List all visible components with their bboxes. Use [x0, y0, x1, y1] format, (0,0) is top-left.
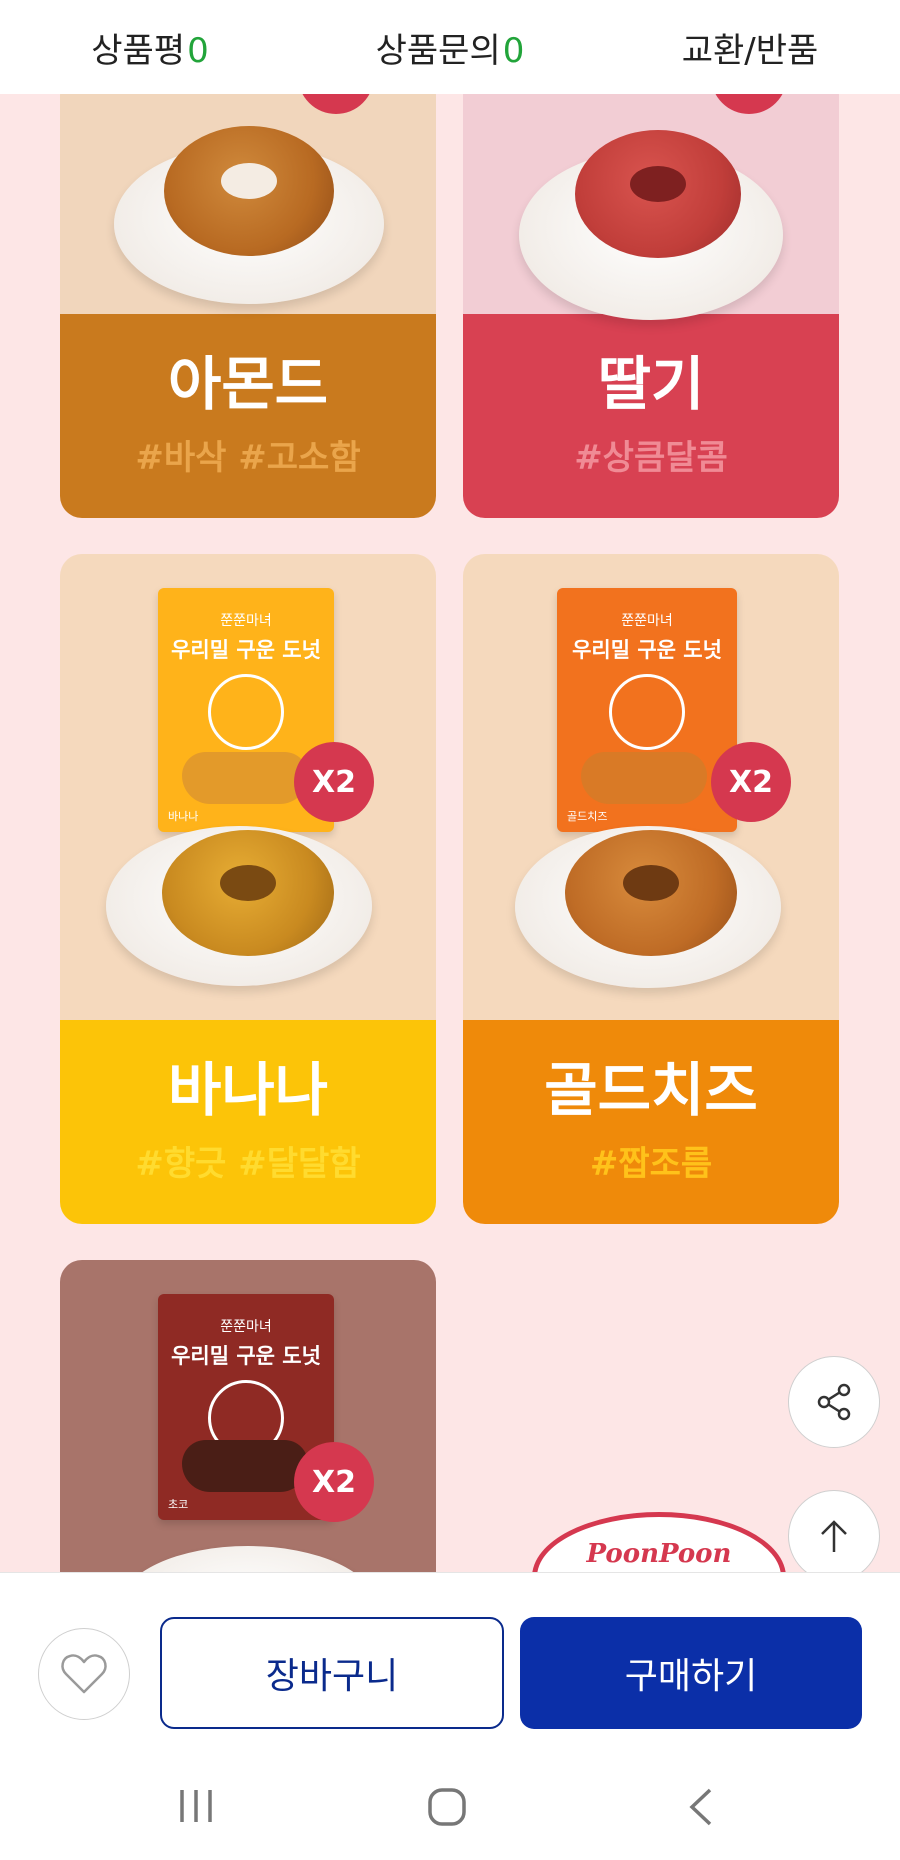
- almond-label: 아몬드 #바삭 #고소함: [60, 314, 436, 518]
- goldcheese-photo: 쭌쭌마녀 우리밀 구운 도넛 골드치즈 X2: [463, 554, 839, 1020]
- badge-partial: [711, 94, 787, 114]
- share-icon: [817, 1383, 851, 1421]
- add-to-cart-button[interactable]: 장바구니: [160, 1617, 504, 1729]
- flavor-tags: #바삭 #고소함: [135, 438, 361, 479]
- banana-donut-image: [162, 830, 334, 956]
- tab-reviews-label: 상품평: [91, 30, 186, 71]
- donut-illustration: [581, 752, 707, 804]
- brand-logo-text: PoonPoon: [586, 1539, 732, 1569]
- buy-now-button[interactable]: 구매하기: [520, 1617, 862, 1729]
- strawberry-photo: [463, 94, 839, 320]
- package-brand: 쭌쭌마녀: [220, 1319, 272, 1335]
- goldcheese-label: 골드치즈 #짭조름: [463, 1020, 839, 1224]
- brand-logo-image: PoonPoon: [532, 1512, 786, 1572]
- quantity-badge: X2: [294, 1442, 374, 1522]
- package-flavor: 초코: [168, 1498, 189, 1511]
- tab-exchange-return[interactable]: 교환/반품: [600, 23, 900, 72]
- tab-inquiries-count: 0: [502, 30, 525, 71]
- flavor-name: 딸기: [597, 349, 705, 418]
- donut-illustration: [182, 752, 308, 804]
- flavor-tags: #짭조름: [589, 1144, 713, 1185]
- package-title: 우리밀 구운 도넛: [572, 638, 722, 662]
- wishlist-button[interactable]: [38, 1628, 130, 1720]
- donut-illustration: [182, 1440, 308, 1492]
- chocolate-photo: 쭌쭌마녀 우리밀 구운 도넛 초코 X2: [60, 1260, 436, 1572]
- flavor-card-almond: 아몬드 #바삭 #고소함: [60, 94, 436, 518]
- purchase-bar: 장바구니 구매하기: [0, 1572, 900, 1755]
- home-icon[interactable]: [426, 1786, 468, 1828]
- product-tabs: 상품평0 상품문의0 교환/반품: [0, 0, 900, 94]
- package-brand: 쭌쭌마녀: [621, 613, 673, 629]
- flavor-tags: #상큼달콤: [574, 438, 728, 479]
- witch-illustration: [208, 674, 284, 750]
- tab-exchange-return-label: 교환/반품: [681, 30, 819, 71]
- tab-inquiries[interactable]: 상품문의0: [300, 23, 600, 72]
- heart-icon: [61, 1654, 107, 1694]
- quantity-badge: X2: [711, 742, 791, 822]
- tab-reviews[interactable]: 상품평0: [0, 23, 300, 72]
- flavor-card-goldcheese: 쭌쭌마녀 우리밀 구운 도넛 골드치즈 X2 골드치즈 #짭조름: [463, 554, 839, 1224]
- flavor-card-banana: 쭌쭌마녀 우리밀 구운 도넛 바나나 X2 바나나 #향긋 #달달함: [60, 554, 436, 1224]
- tab-reviews-count: 0: [187, 30, 209, 71]
- package-brand: 쭌쭌마녀: [220, 613, 272, 629]
- flavor-name: 바나나: [167, 1055, 329, 1124]
- flavor-tags: #향긋 #달달함: [135, 1144, 361, 1185]
- witch-illustration: [609, 674, 685, 750]
- flavor-card-chocolate: 쭌쭌마녀 우리밀 구운 도넛 초코 X2: [60, 1260, 436, 1572]
- almond-photo: [60, 94, 436, 314]
- package-title: 우리밀 구운 도넛: [171, 1344, 321, 1368]
- scroll-to-top-button[interactable]: [788, 1490, 880, 1572]
- goldcheese-donut-image: [565, 830, 737, 956]
- plate-image: [120, 1546, 376, 1572]
- recent-apps-icon[interactable]: [176, 1786, 216, 1826]
- arrow-up-icon: [821, 1520, 847, 1552]
- strawberry-label: 딸기 #상큼달콤: [463, 314, 839, 518]
- package-flavor: 골드치즈: [567, 810, 608, 823]
- strawberry-donut-image: [575, 130, 741, 258]
- goldcheese-package-image: 쭌쭌마녀 우리밀 구운 도넛 골드치즈: [557, 588, 737, 832]
- flavor-card-strawberry: 딸기 #상큼달콤: [463, 94, 839, 518]
- tab-inquiries-label: 상품문의: [375, 30, 501, 71]
- product-detail-content[interactable]: 아몬드 #바삭 #고소함 딸기 #상큼달콤 쭌쭌마녀 우리밀 구운 도넛 바나나: [0, 94, 900, 1572]
- package-title: 우리밀 구운 도넛: [171, 638, 321, 662]
- flavor-name: 아몬드: [167, 349, 329, 418]
- flavor-name: 골드치즈: [544, 1055, 758, 1124]
- package-flavor: 바나나: [168, 810, 199, 823]
- system-nav-bar: [0, 1754, 900, 1860]
- banana-label: 바나나 #향긋 #달달함: [60, 1020, 436, 1224]
- quantity-badge: X2: [294, 742, 374, 822]
- badge-partial: [298, 94, 374, 114]
- share-button[interactable]: [788, 1356, 880, 1448]
- back-icon[interactable]: [684, 1786, 718, 1828]
- banana-photo: 쭌쭌마녀 우리밀 구운 도넛 바나나 X2: [60, 554, 436, 1020]
- almond-donut-image: [164, 126, 334, 256]
